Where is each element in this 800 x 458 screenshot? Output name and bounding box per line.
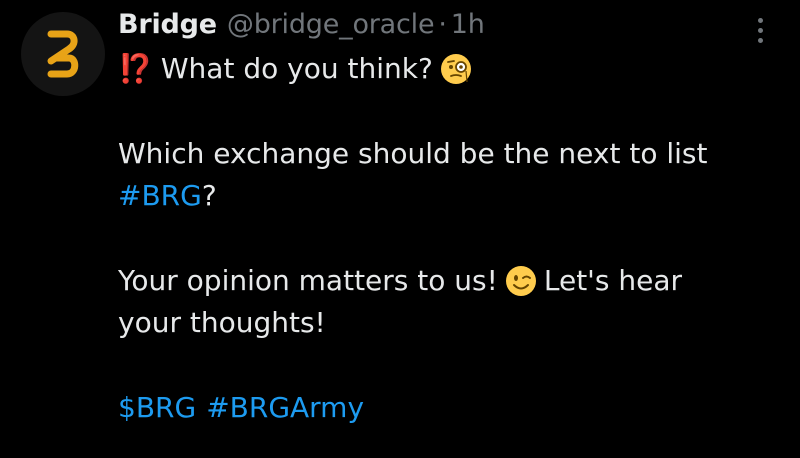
tweet-line-2: Which exchange should be the next to lis… [118, 137, 708, 170]
author-handle[interactable]: @bridge_oracle [227, 9, 435, 40]
tweet-card[interactable]: Bridge @bridge_oracle · 1h ⁉️ What do yo… [0, 0, 800, 458]
hear-text: Let's hear [543, 264, 682, 297]
tweet-line-4: Your opinion matters to us! Let's hear [118, 260, 788, 302]
tweet-line-3: #BRG? [118, 175, 788, 217]
more-options-icon[interactable] [748, 12, 772, 48]
avatar[interactable] [21, 12, 105, 96]
tweet-text: ⁉️ What do you think? Which exchange sho… [118, 48, 788, 429]
cashtag-brg-link[interactable]: $BRG [118, 387, 196, 429]
hashtag-brg-link[interactable]: #BRG [118, 175, 202, 217]
tweet-timestamp[interactable]: 1h [451, 9, 485, 40]
tweet-question: What do you think? [160, 52, 433, 85]
author-name[interactable]: Bridge [118, 9, 217, 40]
question-mark: ? [201, 179, 217, 212]
winking-face-emoji [504, 264, 538, 298]
tweet-line-5: your thoughts! [118, 306, 326, 339]
face-with-monocle-emoji [439, 52, 473, 86]
bridge-logo-icon [47, 30, 79, 78]
tweet-header: Bridge @bridge_oracle · 1h [118, 4, 485, 44]
tweet-line-1: ⁉️ What do you think? [118, 48, 788, 90]
interrobang-emoji: ⁉️ [118, 52, 153, 85]
tweet-tags-line: $BRG #BRGArmy [118, 387, 788, 429]
header-separator: · [438, 8, 447, 40]
hashtag-brgarmy-link[interactable]: #BRGArmy [206, 387, 364, 429]
opinion-text: Your opinion matters to us! [118, 264, 498, 297]
